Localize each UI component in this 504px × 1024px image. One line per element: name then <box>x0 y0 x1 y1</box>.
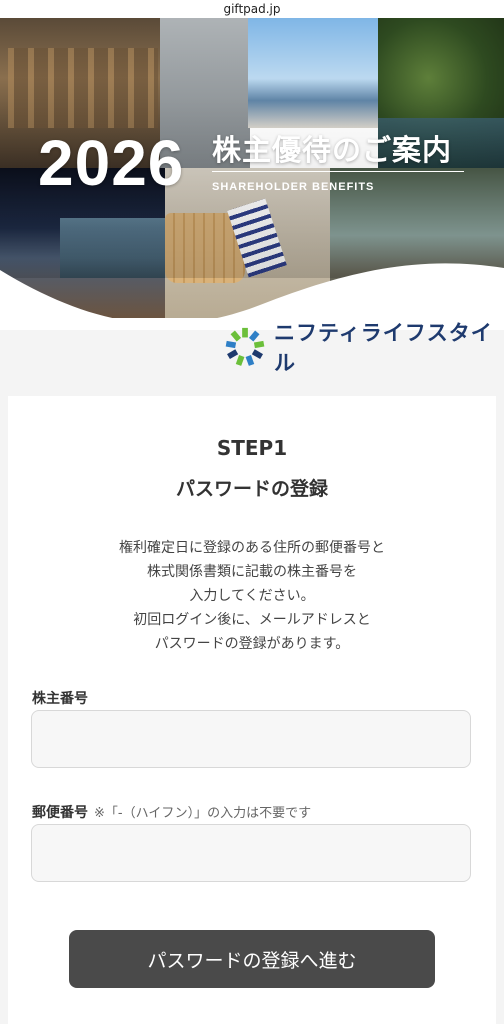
hero-title: 株主優待のご案内 <box>212 133 453 167</box>
hero-banner: 2026 株主優待のご案内 SHAREHOLDER BENEFITS <box>0 0 504 330</box>
registration-card: STEP1 パスワードの登録 権利確定日に登録のある住所の郵便番号と 株式関係書… <box>8 396 496 1024</box>
hero-divider <box>212 171 464 172</box>
postal-code-input[interactable] <box>31 824 471 882</box>
instruction-line: 入力してください。 <box>189 588 315 604</box>
brand-logo: ニフティライフスタイル <box>224 321 504 375</box>
brand-name: ニフティライフスタイル <box>274 321 493 375</box>
submit-button[interactable]: パスワードの登録へ進む <box>69 930 435 988</box>
instruction-line: 権利確定日に登録のある住所の郵便番号と <box>119 540 385 556</box>
step-title: パスワードの登録 <box>175 478 328 500</box>
shareholder-number-label: 株主番号 <box>32 691 88 707</box>
step-label: STEP1 <box>216 436 288 460</box>
instruction-line: 株式関係書類に記載の株主番号を <box>147 564 357 580</box>
hero-year: 2026 <box>38 127 185 199</box>
postal-code-label-row: 郵便番号 ※「-（ハイフン）」の入力は不要です <box>32 802 311 822</box>
instruction-line: 初回ログイン後に、メールアドレスと <box>133 612 371 628</box>
postal-code-note: ※「-（ハイフン）」の入力は不要です <box>94 806 312 821</box>
url-bar[interactable]: giftpad.jp <box>0 0 504 18</box>
hero-wave <box>0 263 504 330</box>
instruction-line: パスワードの登録があります。 <box>154 636 350 652</box>
shareholder-number-input[interactable] <box>31 710 471 768</box>
instruction-text: 権利確定日に登録のある住所の郵便番号と 株式関係書類に記載の株主番号を 入力して… <box>8 536 496 656</box>
hero-subtitle: SHAREHOLDER BENEFITS <box>212 181 375 193</box>
brand-mark-icon <box>225 327 265 366</box>
postal-code-label: 郵便番号 <box>32 805 88 821</box>
